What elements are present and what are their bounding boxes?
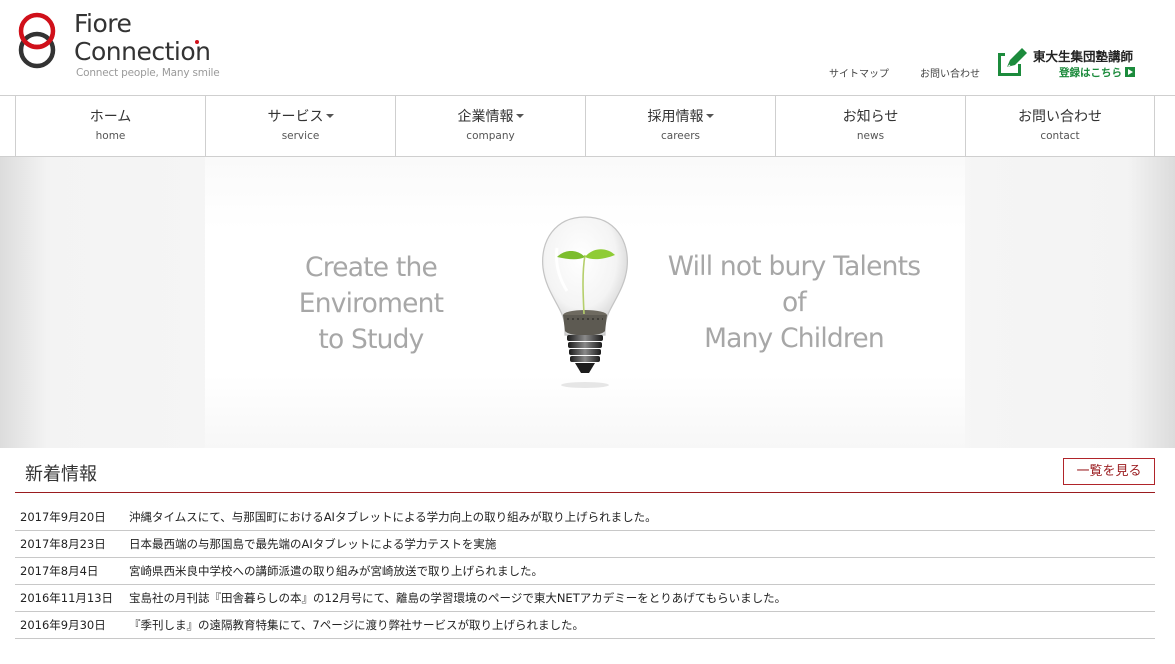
pencil-edit-icon: [998, 48, 1027, 76]
contact-util-link[interactable]: お問い合わせ: [920, 65, 980, 80]
nav-label-contact: お問い合わせ: [1018, 109, 1102, 125]
news-date: 2016年9月30日: [20, 618, 106, 632]
nav-item-sublabel: careers: [660, 130, 700, 142]
nav-item-company[interactable]: 企業情報 company: [395, 96, 585, 156]
news-row[interactable]: 2017年9月20日 沖縄タイムスにて、与那国町におけるAIタブレットによる学力…: [15, 504, 1155, 531]
hero-left-line1: Create the Enviroment: [298, 252, 444, 319]
nav-item-contact[interactable]: お問い合わせ contact: [965, 96, 1155, 156]
news-list: 2017年9月20日 沖縄タイムスにて、与那国町におけるAIタブレットによる学力…: [15, 504, 1155, 639]
caret-down-icon: [705, 114, 714, 118]
news-date: 2017年9月20日: [20, 510, 106, 524]
nav-item-sublabel: contact: [1040, 130, 1080, 142]
hero-right-line2: Many Children: [704, 323, 885, 354]
nav-label-careers: 採用情報: [647, 109, 704, 125]
nav-item-label: 企業情報: [396, 106, 585, 126]
tutor-title: 東大生集団塾講師: [1033, 49, 1134, 64]
site-logo[interactable]: Fiore Connection Connect people, Many sm…: [14, 10, 224, 82]
tutor-registration-link[interactable]: 東大生集団塾講師 登録はこちら: [997, 46, 1157, 82]
news-row[interactable]: 2017年8月4日 宮崎県西米良中学校への講師派遣の取り組みが宮崎放送で取り上げ…: [15, 558, 1155, 585]
tutor-subtitle-text: 登録はこちら: [1059, 67, 1122, 79]
hero-right-line1: Will not bury Talents of: [667, 251, 921, 318]
logo-name-line2: Connection: [74, 37, 211, 66]
hero-left-copy: Create the Enviroment to Study: [233, 250, 509, 358]
logo-rings-icon: [18, 12, 56, 69]
news-headline[interactable]: 沖縄タイムスにて、与那国町におけるAIタブレットによる学力向上の取り組みが取り上…: [129, 509, 657, 525]
nav-item-label: サービス: [206, 106, 395, 126]
nav-item-sublabel: company: [466, 130, 515, 142]
nav-label-service: サービス: [267, 109, 324, 125]
tutor-subtitle: 登録はこちら: [1059, 65, 1135, 80]
nav-item-news[interactable]: お知らせ news: [775, 96, 965, 156]
news-header: 新着情報 一覧を見る: [15, 448, 1155, 493]
news-section-title: 新着情報: [25, 464, 97, 485]
news-headline[interactable]: 宝島社の月刊誌『田舎暮らしの本』の12月号にて、離島の学習環境のページで東大NE…: [129, 590, 786, 606]
news-headline[interactable]: 日本最西端の与那国島で最先端のAIタブレットによる学力テストを実施: [129, 536, 496, 552]
logo-accent-dot: [195, 40, 199, 44]
nav-item-sublabel: home: [95, 130, 126, 142]
caret-down-icon: [325, 114, 334, 118]
news-headline[interactable]: 宮崎県西米良中学校への講師派遣の取り組みが宮崎放送で取り上げられました。: [129, 563, 543, 579]
news-row[interactable]: 2016年9月30日 『季刊しま』の遠隔教育特集にて、7ページに渡り弊社サービス…: [15, 612, 1155, 639]
nav-item-label: お問い合わせ: [966, 106, 1154, 126]
news-view-all-button[interactable]: 一覧を見る: [1063, 458, 1155, 485]
site-header: Fiore Connection Connect people, Many sm…: [0, 0, 1175, 96]
lightbulb-sprout-icon: [542, 216, 628, 388]
nav-label-company: 企業情報: [457, 109, 514, 125]
nav-item-careers[interactable]: 採用情報 careers: [585, 96, 775, 156]
news-row[interactable]: 2016年11月13日 宝島社の月刊誌『田舎暮らしの本』の12月号にて、離島の学…: [15, 585, 1155, 612]
nav-label-home: ホーム: [89, 109, 132, 125]
hero-right-copy: Will not bury Talents of Many Children: [653, 249, 935, 357]
news-date: 2017年8月4日: [20, 564, 99, 578]
nav-item-label: お知らせ: [776, 106, 965, 126]
logo-tagline: Connect people, Many smile: [76, 67, 220, 79]
nav-item-service[interactable]: サービス service: [205, 96, 395, 156]
play-arrow-icon: [1125, 67, 1135, 77]
caret-down-icon: [515, 114, 524, 118]
nav-item-label: 採用情報: [586, 106, 775, 126]
hero-banner: Create the Enviroment to Study Will not …: [0, 157, 1175, 448]
news-date: 2017年8月23日: [20, 537, 106, 551]
news-row[interactable]: 2017年8月23日 日本最西端の与那国島で最先端のAIタブレットによる学力テス…: [15, 531, 1155, 558]
logo-name: Fiore Connection: [74, 9, 211, 66]
nav-item-home[interactable]: ホーム home: [15, 96, 205, 156]
nav-label-news: お知らせ: [842, 109, 899, 125]
logo-name-line1: Fiore: [74, 9, 132, 38]
news-date: 2016年11月13日: [20, 591, 114, 605]
hero-left-line2: to Study: [318, 324, 424, 355]
hero-inner: Create the Enviroment to Study Will not …: [205, 157, 965, 448]
sitemap-link[interactable]: サイトマップ: [829, 65, 889, 80]
nav-item-sublabel: news: [856, 130, 885, 142]
nav-item-sublabel: service: [281, 130, 320, 142]
nav-item-label: ホーム: [16, 106, 205, 126]
news-headline[interactable]: 『季刊しま』の遠隔教育特集にて、7ページに渡り弊社サービスが取り上げられました。: [129, 617, 584, 633]
main-nav: ホーム home サービス service 企業情報 company 採用情報 …: [0, 95, 1175, 157]
